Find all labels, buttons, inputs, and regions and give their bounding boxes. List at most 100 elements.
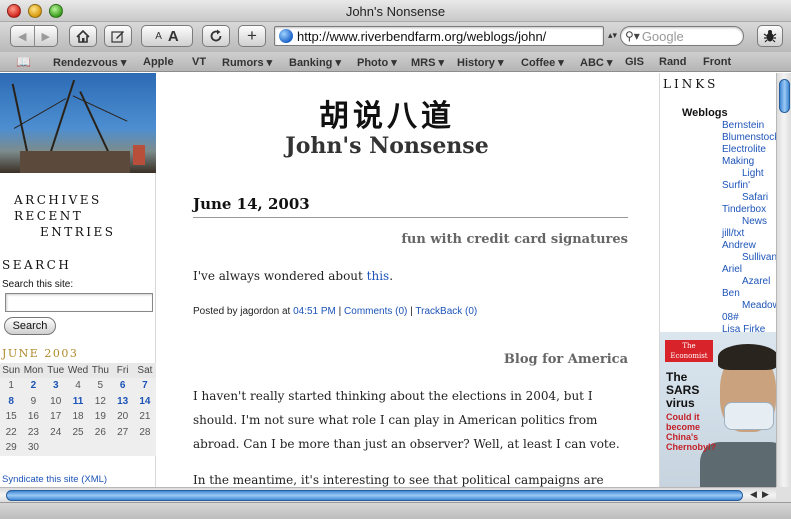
url-text[interactable]: http://www.riverbendfarm.org/weblogs/joh… bbox=[297, 29, 546, 44]
bookmark-rumors[interactable]: Rumors ▾ bbox=[222, 56, 272, 69]
calendar-day: 17 bbox=[50, 411, 62, 422]
larger-text-button[interactable]: A bbox=[168, 28, 179, 45]
report-bug-button[interactable] bbox=[757, 25, 783, 47]
text-size-control[interactable]: A A bbox=[141, 25, 193, 47]
divider bbox=[193, 217, 628, 218]
calendar-day: 9 bbox=[30, 395, 37, 407]
calendar-week: 15 16 17 18 19 20 21 bbox=[0, 409, 156, 425]
web-page: ARCHIVES RECENT ENTRIES SEARCH Search th… bbox=[0, 73, 776, 487]
blogroll-link[interactable]: Ariel bbox=[722, 264, 776, 276]
calendar-week: 1234 567 bbox=[0, 378, 156, 394]
bookmark-history[interactable]: History ▾ bbox=[457, 56, 503, 69]
blogroll-link[interactable]: jill/txt bbox=[722, 228, 776, 240]
bookmark-rendezvous[interactable]: Rendezvous ▾ bbox=[53, 56, 126, 69]
bookmark-edit-button[interactable] bbox=[104, 25, 132, 47]
scroll-right-icon[interactable]: ▶ bbox=[762, 489, 769, 500]
home-button[interactable] bbox=[69, 25, 97, 47]
forward-arrow-icon[interactable]: ▶ bbox=[35, 30, 58, 43]
blogroll-link[interactable]: Safari bbox=[722, 192, 776, 204]
calendar-day-link[interactable]: 7 bbox=[134, 378, 156, 394]
comments-link[interactable]: Comments (0) bbox=[344, 306, 407, 317]
calendar-day-name: Sat bbox=[137, 365, 153, 376]
blogroll-link[interactable]: Sullivan bbox=[722, 252, 776, 264]
site-title[interactable]: John's Nonsense bbox=[157, 133, 617, 159]
archives-link[interactable]: ARCHIVES bbox=[14, 193, 102, 207]
calendar-day-link[interactable]: 14 bbox=[134, 394, 156, 410]
url-dropdown-icon[interactable]: ▴▾ bbox=[608, 30, 617, 41]
blogroll-link[interactable]: Andrew bbox=[722, 240, 776, 252]
calendar-day-link[interactable]: 2 bbox=[22, 378, 44, 394]
left-sidebar: ARCHIVES RECENT ENTRIES SEARCH Search th… bbox=[0, 73, 156, 487]
site-title-chinese: 胡说八道 bbox=[319, 99, 455, 134]
bookmark-mrs[interactable]: MRS ▾ bbox=[411, 56, 444, 69]
site-search-input[interactable] bbox=[5, 293, 153, 312]
calendar-day: 10 bbox=[50, 395, 62, 407]
trackback-link[interactable]: TrackBack (0) bbox=[415, 306, 477, 317]
scroll-left-icon[interactable]: ◀ bbox=[750, 489, 757, 500]
search-heading: SEARCH bbox=[2, 258, 72, 272]
blogroll-link[interactable]: News bbox=[722, 216, 776, 228]
weblogs-heading: Weblogs bbox=[682, 107, 728, 119]
bookmark-vt[interactable]: VT bbox=[192, 56, 206, 68]
blogroll-link[interactable]: Meadows bbox=[722, 300, 776, 312]
calendar-day-link[interactable]: 8 bbox=[0, 394, 22, 410]
blogroll-link[interactable]: Blumenstock bbox=[722, 132, 776, 144]
calendar-day: 21 bbox=[139, 411, 151, 422]
calendar-day-link[interactable]: 11 bbox=[67, 394, 89, 410]
calendar: Sun Mon Tue Wed Thu Fri Sat 1 2 3 4 5 6 7 8 9 10 1… bbox=[0, 363, 156, 456]
horizontal-scroll-thumb[interactable] bbox=[6, 490, 743, 501]
status-bar bbox=[0, 502, 791, 519]
window-title: John's Nonsense bbox=[345, 4, 446, 19]
reload-button[interactable] bbox=[202, 25, 230, 47]
smaller-text-button[interactable]: A bbox=[155, 31, 162, 42]
calendar-day-link[interactable]: 13 bbox=[111, 394, 133, 410]
recent-link[interactable]: RECENT bbox=[14, 209, 83, 223]
post-paragraph: I haven't really started thinking about … bbox=[193, 389, 620, 451]
calendar-day-name: Sun bbox=[2, 365, 21, 376]
bookmark-photo[interactable]: Photo ▾ bbox=[357, 56, 397, 69]
blogroll-link[interactable]: Light bbox=[722, 168, 776, 180]
calendar-week: 22 23 24 25 26 27 28 bbox=[0, 425, 156, 441]
calendar-day-link[interactable]: 3 bbox=[45, 378, 67, 394]
blogroll-link[interactable]: Electrolite bbox=[722, 144, 776, 156]
blogroll-link[interactable]: Surfin' bbox=[722, 180, 776, 192]
bookmark-banking[interactable]: Banking ▾ bbox=[289, 56, 341, 69]
calendar-day: 28 bbox=[139, 426, 151, 438]
bookmark-gis[interactable]: GIS bbox=[625, 56, 644, 68]
address-bar[interactable]: http://www.riverbendfarm.org/weblogs/joh… bbox=[274, 26, 604, 46]
horizontal-scrollbar[interactable]: ◀ ▶ bbox=[0, 487, 776, 502]
blogroll-link[interactable]: Azarel bbox=[722, 276, 776, 288]
reload-icon bbox=[210, 29, 222, 42]
blogroll-link[interactable]: Ben bbox=[722, 288, 776, 300]
permalink-link[interactable]: 04:51 PM bbox=[293, 306, 336, 317]
calendar-day: 25 bbox=[72, 426, 84, 438]
calendar-day: 29 bbox=[5, 442, 17, 453]
blogroll-link[interactable]: Making bbox=[722, 156, 776, 168]
vertical-scrollbar[interactable] bbox=[776, 73, 791, 487]
blogroll-link[interactable]: 08# bbox=[722, 312, 776, 324]
calendar-day-link[interactable]: 6 bbox=[111, 378, 133, 394]
calendar-day: 4 bbox=[75, 380, 81, 391]
calendar-day-name: Mon bbox=[23, 365, 44, 376]
calendar-day-name: Fri bbox=[116, 365, 129, 376]
bookmark-apple[interactable]: Apple bbox=[143, 56, 174, 68]
blogroll-link[interactable]: Tinderbox bbox=[722, 204, 776, 216]
add-bookmark-button[interactable]: + bbox=[238, 25, 266, 47]
bookmark-coffee[interactable]: Coffee ▾ bbox=[521, 56, 564, 69]
economist-ad[interactable]: The Economist The SARS virus Could it be… bbox=[660, 332, 776, 487]
bookmark-rand[interactable]: Rand bbox=[659, 56, 687, 68]
search-button[interactable]: Search bbox=[4, 317, 56, 335]
vertical-scroll-thumb[interactable] bbox=[779, 79, 790, 113]
bookmark-abc[interactable]: ABC ▾ bbox=[580, 56, 612, 69]
blogroll: Bernstein Blumenstock Electrolite Making Lig… bbox=[722, 120, 776, 336]
calendar-body: 1 2 3 4 5 6 7 8 9 10 11 12 13 14 15 16 17 18 19 20 21 22 23 24 2… bbox=[0, 378, 156, 456]
entries-link[interactable]: ENTRIES bbox=[40, 225, 116, 239]
blogroll-link[interactable]: Bernstein bbox=[722, 120, 776, 132]
google-search-field[interactable]: ⚲▾ Google bbox=[620, 26, 744, 46]
syndicate-link[interactable]: Syndicate this site (XML) bbox=[2, 474, 107, 485]
post-link[interactable]: this bbox=[367, 269, 390, 283]
bookmark-front[interactable]: Front bbox=[703, 56, 731, 68]
bookmarks-book-icon[interactable]: 📖 bbox=[16, 55, 31, 69]
resize-corner[interactable] bbox=[776, 487, 791, 502]
back-arrow-icon[interactable]: ◀ bbox=[11, 30, 34, 43]
